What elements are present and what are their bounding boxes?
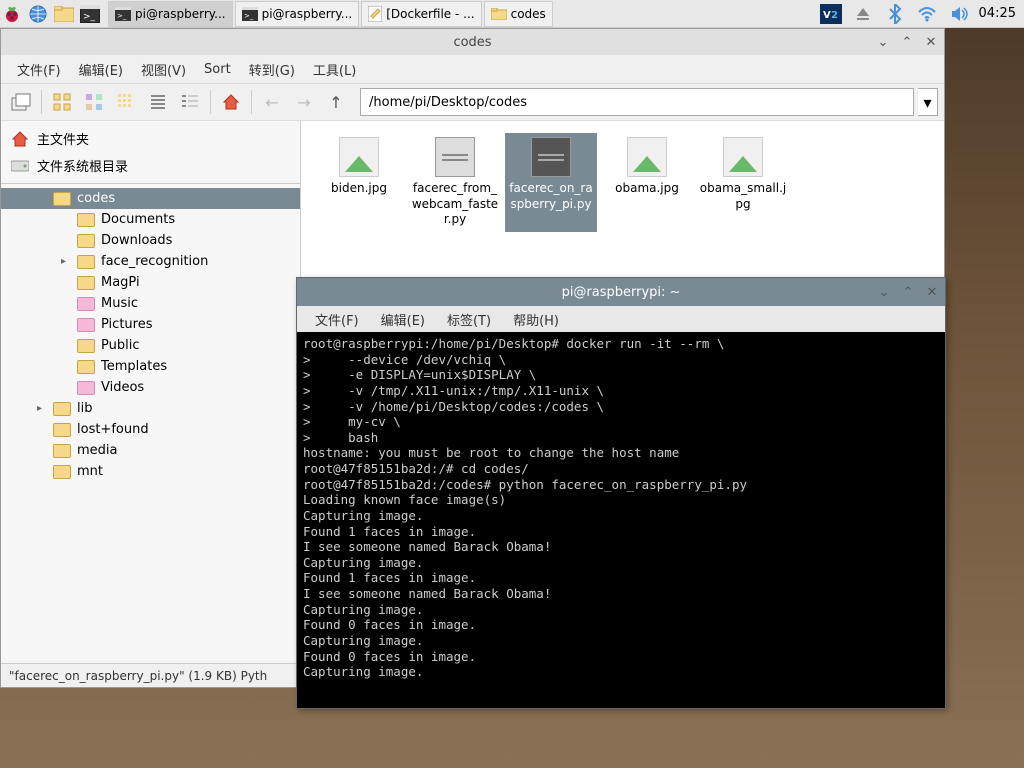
file-item[interactable]: biden.jpg <box>313 133 405 232</box>
clock[interactable]: 04:25 <box>979 6 1016 21</box>
menu-item[interactable]: 文件(F) <box>305 306 369 333</box>
up-icon[interactable]: ↑ <box>322 88 350 116</box>
minimize-button[interactable]: ⌄ <box>876 35 890 49</box>
tree-item[interactable]: Public <box>1 335 300 356</box>
menu-item[interactable]: 编辑(E) <box>71 56 131 83</box>
tree-item[interactable]: MagPi <box>1 272 300 293</box>
tree-item[interactable]: ▸face_recognition <box>1 251 300 272</box>
web-browser-icon[interactable] <box>26 2 50 26</box>
svg-text:2: 2 <box>831 10 838 21</box>
maximize-button[interactable]: ⌃ <box>901 285 915 299</box>
tree-item[interactable]: Pictures <box>1 314 300 335</box>
svg-text:>_: >_ <box>244 12 254 20</box>
terminal-launcher-icon[interactable]: >_ <box>78 2 102 26</box>
tree-item[interactable]: Videos <box>1 377 300 398</box>
view-list-icon[interactable] <box>144 88 172 116</box>
taskbar-item[interactable]: [Dockerfile - ... <box>361 1 481 27</box>
menu-item[interactable]: 帮助(H) <box>503 306 569 333</box>
svg-text:V: V <box>823 10 831 21</box>
menu-item[interactable]: Sort <box>196 58 239 81</box>
volume-icon[interactable] <box>947 2 971 26</box>
svg-text:>_: >_ <box>117 12 127 20</box>
fm-menubar: 文件(F)编辑(E)视图(V)Sort转到(G)工具(L) <box>1 55 944 83</box>
tree-item[interactable]: lost+found <box>1 419 300 440</box>
tree-item[interactable]: ▸lib <box>1 398 300 419</box>
file-item[interactable]: facerec_on_raspberry_pi.py <box>505 133 597 232</box>
wifi-icon[interactable] <box>915 2 939 26</box>
path-input[interactable]: /home/pi/Desktop/codes <box>360 88 914 116</box>
fm-titlebar[interactable]: codes ⌄ ⌃ ✕ <box>1 29 944 55</box>
terminal-output[interactable]: root@raspberrypi:/home/pi/Desktop# docke… <box>297 332 945 708</box>
minimize-button[interactable]: ⌄ <box>877 285 891 299</box>
places-panel: 主文件夹文件系统根目录 <box>1 121 300 184</box>
taskbar: >_ >_pi@raspberry...>_pi@raspberry...[Do… <box>0 0 1024 28</box>
raspberry-menu-icon[interactable] <box>0 2 24 26</box>
view-compact-icon[interactable] <box>112 88 140 116</box>
forward-icon[interactable]: → <box>290 88 318 116</box>
tree-item[interactable]: Music <box>1 293 300 314</box>
taskbar-item[interactable]: codes <box>484 1 553 27</box>
term-menubar: 文件(F)编辑(E)标签(T)帮助(H) <box>297 306 945 332</box>
taskbar-item[interactable]: >_pi@raspberry... <box>108 1 233 27</box>
tree-item[interactable]: Templates <box>1 356 300 377</box>
fm-toolbar: ← → ↑ /home/pi/Desktop/codes ▾ <box>1 83 944 121</box>
bluetooth-icon[interactable] <box>883 2 907 26</box>
close-button[interactable]: ✕ <box>925 285 939 299</box>
taskbar-items: >_pi@raspberry...>_pi@raspberry...[Docke… <box>108 1 553 27</box>
svg-text:>_: >_ <box>83 12 96 22</box>
file-item[interactable]: obama.jpg <box>601 133 693 232</box>
tree-item[interactable]: Documents <box>1 209 300 230</box>
file-item[interactable]: obama_small.jpg <box>697 133 789 232</box>
vnc-icon[interactable]: V2 <box>819 2 843 26</box>
menu-item[interactable]: 工具(L) <box>305 56 364 83</box>
taskbar-right: V2 04:25 <box>819 2 1024 26</box>
eject-icon[interactable] <box>851 2 875 26</box>
fm-sidebar: 主文件夹文件系统根目录 codesDocumentsDownloads▸face… <box>1 121 301 663</box>
menu-item[interactable]: 转到(G) <box>241 56 303 83</box>
tree-item[interactable]: codes <box>1 188 300 209</box>
term-titlebar[interactable]: pi@raspberrypi: ~ ⌄ ⌃ ✕ <box>297 278 945 306</box>
term-title: pi@raspberrypi: ~ <box>562 285 681 300</box>
tree-item[interactable]: Downloads <box>1 230 300 251</box>
view-detail-icon[interactable] <box>176 88 204 116</box>
menu-item[interactable]: 编辑(E) <box>371 306 435 333</box>
menu-item[interactable]: 标签(T) <box>437 306 501 333</box>
menu-item[interactable]: 视图(V) <box>133 56 194 83</box>
file-manager-launcher-icon[interactable] <box>52 2 76 26</box>
fm-title: codes <box>453 35 491 50</box>
back-icon[interactable]: ← <box>258 88 286 116</box>
directory-tree[interactable]: codesDocumentsDownloads▸face_recognition… <box>1 184 300 663</box>
maximize-button[interactable]: ⌃ <box>900 35 914 49</box>
new-tab-icon[interactable] <box>7 88 35 116</box>
taskbar-left: >_ >_pi@raspberry...>_pi@raspberry...[Do… <box>0 1 553 27</box>
home-icon[interactable] <box>217 88 245 116</box>
place-item[interactable]: 文件系统根目录 <box>1 152 300 179</box>
view-icons-icon[interactable] <box>48 88 76 116</box>
terminal-window: pi@raspberrypi: ~ ⌄ ⌃ ✕ 文件(F)编辑(E)标签(T)帮… <box>296 277 946 709</box>
tree-item[interactable]: mnt <box>1 461 300 482</box>
tree-item[interactable]: media <box>1 440 300 461</box>
file-item[interactable]: facerec_from_webcam_faster.py <box>409 133 501 232</box>
view-thumbs-icon[interactable] <box>80 88 108 116</box>
place-item[interactable]: 主文件夹 <box>1 125 300 152</box>
close-button[interactable]: ✕ <box>924 35 938 49</box>
taskbar-item[interactable]: >_pi@raspberry... <box>235 1 360 27</box>
menu-item[interactable]: 文件(F) <box>9 56 69 83</box>
path-dropdown-icon[interactable]: ▾ <box>918 88 938 116</box>
